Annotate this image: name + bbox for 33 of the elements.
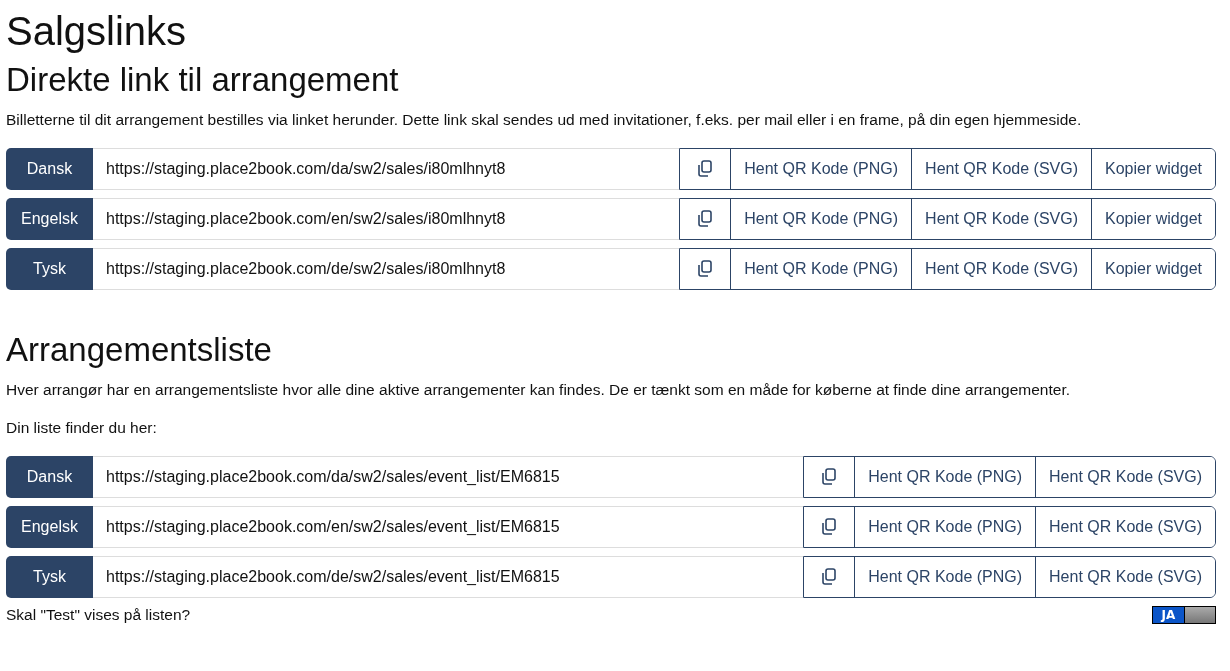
url-field[interactable]: https://staging.place2book.com/da/sw2/sales/i80mlhnyt8	[93, 148, 680, 190]
copy-icon	[697, 260, 714, 278]
description-text: Hver arrangør har en arrangementsliste hvor alle dine aktive arrangementer kan findes. De er tænkt som en måde for køberne at finde dine arrangementer.	[6, 380, 1071, 400]
action-button[interactable]: Kopier widget	[1091, 149, 1215, 189]
copy-icon	[821, 468, 838, 486]
action-button[interactable]: Hent QR Kode (SVG)	[1035, 457, 1215, 497]
url-field[interactable]: https://staging.place2book.com/de/sw2/sales/i80mlhnyt8	[93, 248, 680, 290]
section-heading: Arrangementsliste	[6, 330, 273, 370]
page-title: Salgslinks	[6, 8, 188, 54]
action-button[interactable]: Hent QR Kode (SVG)	[1035, 507, 1215, 547]
section-heading: Direkte link til arrangement	[6, 60, 400, 100]
language-label: Engelsk	[6, 506, 93, 548]
copy-icon	[697, 160, 714, 178]
url-field[interactable]: https://staging.place2book.com/da/sw2/sales/event_list/EM6815	[93, 456, 804, 498]
action-button[interactable]: Hent QR Kode (SVG)	[1035, 557, 1215, 597]
copy-icon	[821, 568, 838, 586]
language-label: Dansk	[6, 456, 93, 498]
copy-icon	[821, 518, 838, 536]
url-field[interactable]: https://staging.place2book.com/en/sw2/sales/i80mlhnyt8	[93, 198, 680, 240]
language-label: Tysk	[6, 248, 93, 290]
description-text: Billetterne til dit arrangement bestilles via linket herunder. Dette link skal sendes ud med invitationer, f.eks. per mail eller i en frame, på din egen hjemmeside.	[6, 110, 1083, 130]
action-button[interactable]: Kopier widget	[1091, 249, 1215, 289]
toggle-label: JA	[1153, 607, 1184, 623]
toggle-switch[interactable]: JA	[1152, 606, 1216, 624]
copy-icon	[697, 210, 714, 228]
url-field[interactable]: https://staging.place2book.com/en/sw2/sales/event_list/EM6815	[93, 506, 804, 548]
question-text: Skal "Test" vises på listen?	[6, 606, 191, 624]
description-text: Din liste finder du her:	[6, 418, 158, 438]
url-field[interactable]: https://staging.place2book.com/de/sw2/sales/event_list/EM6815	[93, 556, 804, 598]
language-label: Tysk	[6, 556, 93, 598]
action-button[interactable]: Kopier widget	[1091, 199, 1215, 239]
language-label: Dansk	[6, 148, 93, 190]
language-label: Engelsk	[6, 198, 93, 240]
